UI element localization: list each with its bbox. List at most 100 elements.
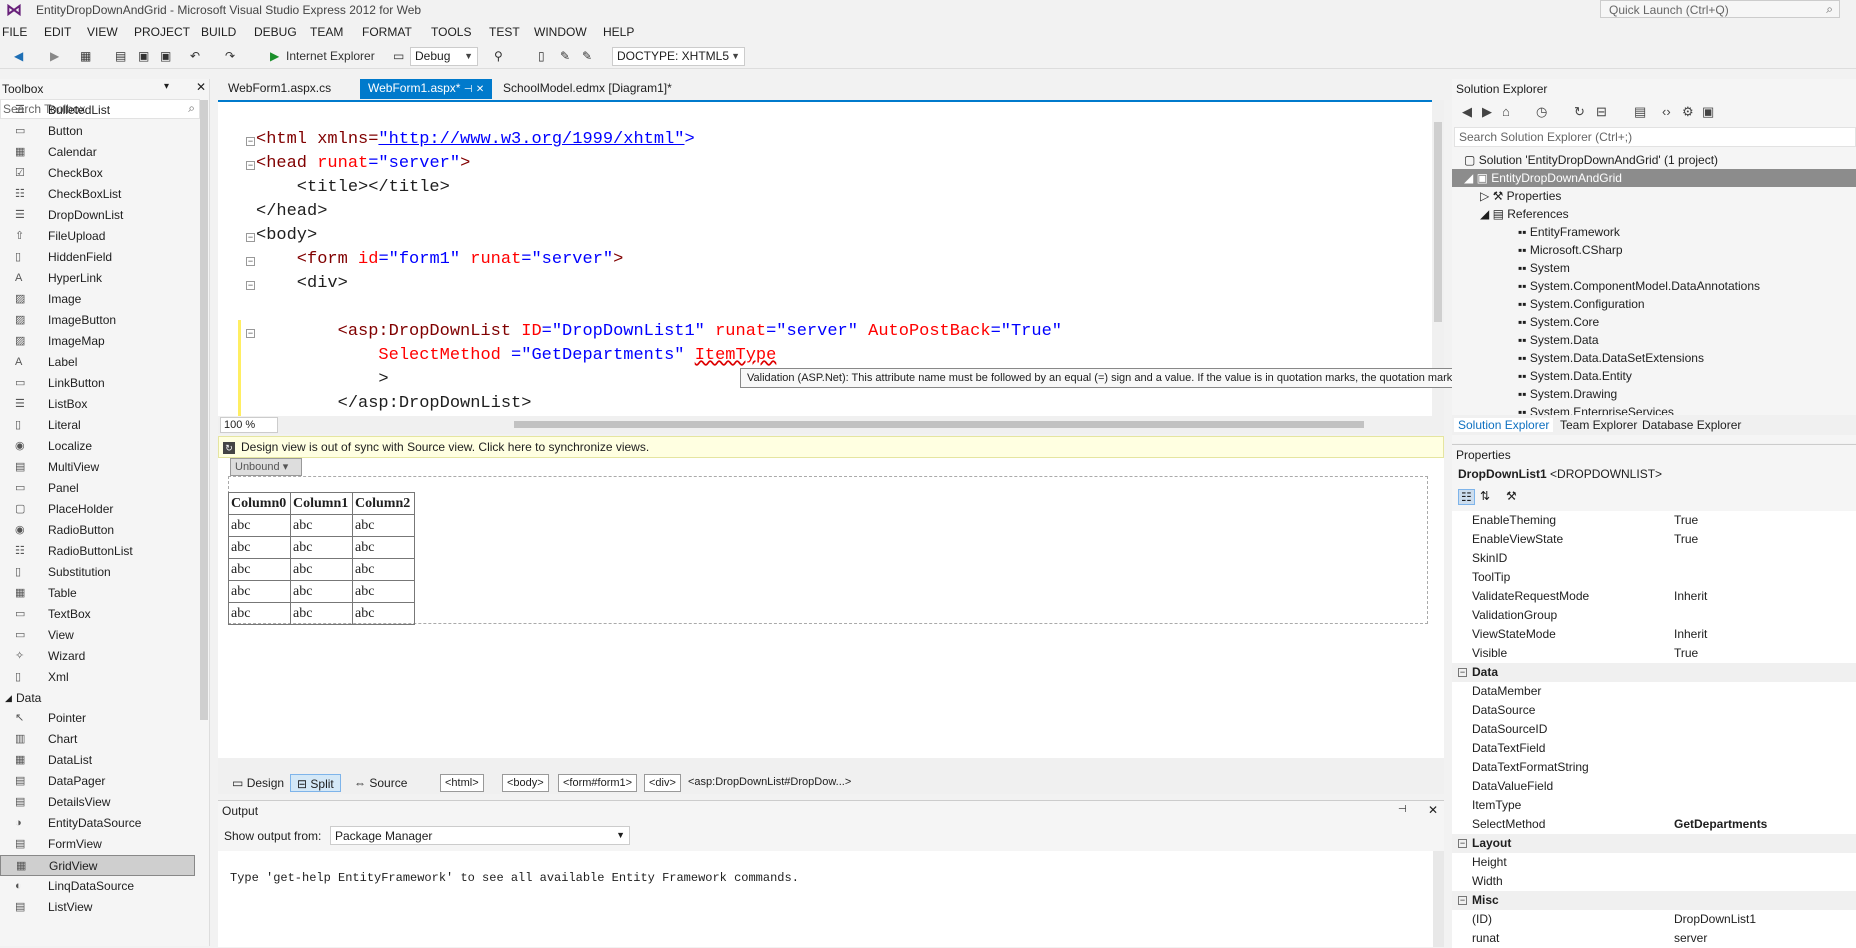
toolbox-item[interactable]: ▦ GridView	[0, 855, 195, 876]
reference-item[interactable]: ▪▪ System.ComponentModel.DataAnnotations	[1518, 277, 1760, 295]
toolbox-item[interactable]: ☰ DropDownList	[0, 205, 195, 226]
output-text[interactable]: Type 'get-help EntityFramework' to see a…	[218, 851, 1433, 947]
undo-icon[interactable]: ↶	[190, 47, 200, 65]
tab-schoolmodel[interactable]: SchoolModel.edmx [Diagram1]*	[495, 79, 680, 99]
design-surface[interactable]: Unbound ▾ Column0 Column1 Column2 abc abc…	[218, 458, 1444, 758]
toolbox-scrollbar[interactable]	[200, 100, 208, 720]
scroll-thumb[interactable]	[1434, 122, 1442, 322]
menu-format[interactable]: FORMAT	[362, 25, 412, 39]
fold-icon[interactable]: −	[246, 329, 255, 338]
browser-icon[interactable]: ▭	[393, 47, 404, 65]
doctype-dropdown[interactable]: DOCTYPE: XHTML5 ▼	[612, 47, 745, 66]
reference-item[interactable]: ▪▪ System.Core	[1518, 313, 1599, 331]
reference-item[interactable]: ▪▪ Microsoft.CSharp	[1518, 241, 1623, 259]
source-view-button[interactable]: ⇔ Source	[348, 774, 413, 792]
menu-view[interactable]: VIEW	[87, 25, 118, 39]
toolbox-item[interactable]: ▥ Chart	[0, 729, 195, 750]
property-row[interactable]: runat server	[1452, 929, 1856, 948]
config-dropdown[interactable]: Debug ▼	[410, 47, 478, 66]
dropdownlist-preview[interactable]: Unbound ▾	[230, 458, 302, 476]
crumb-dropdownlist[interactable]: <asp:DropDownList#DropDow...>	[684, 774, 855, 792]
toolbox-item[interactable]: ▨ Image	[0, 289, 195, 310]
crumb-html[interactable]: <html>	[440, 774, 484, 792]
toolbox-group-data[interactable]: ◢ Data	[0, 688, 195, 708]
toolbox-item[interactable]: ▦ Calendar	[0, 142, 195, 163]
open-icon[interactable]: ▤	[115, 47, 126, 65]
redo-icon[interactable]: ↷	[225, 47, 235, 65]
toolbox-item[interactable]: ⇧ FileUpload	[0, 226, 195, 247]
property-category[interactable]: − Data	[1452, 663, 1856, 682]
toolbox-item[interactable]: ☷ RadioButtonList	[0, 541, 195, 562]
menu-help[interactable]: HELP	[603, 25, 634, 39]
toolbox-item[interactable]: A Label	[0, 352, 195, 373]
save-icon[interactable]: ▣	[138, 47, 149, 65]
menu-edit[interactable]: EDIT	[44, 25, 71, 39]
tab-webform-cs[interactable]: WebForm1.aspx.cs	[220, 79, 339, 99]
toolbox-item[interactable]: ▤ ListView	[0, 897, 195, 918]
property-row[interactable]: (ID) DropDownList1	[1452, 910, 1856, 929]
toolbox-item[interactable]: ▤ MultiView	[0, 457, 195, 478]
reference-item[interactable]: ▪▪ System.Drawing	[1518, 385, 1617, 403]
toolbox-item[interactable]: ▭ Panel	[0, 478, 195, 499]
crumb-div[interactable]: <div>	[644, 774, 681, 792]
fold-icon[interactable]: −	[246, 161, 255, 170]
toolbox-item[interactable]: ▤ DataPager	[0, 771, 195, 792]
property-pages-icon[interactable]: ⚒	[1506, 489, 1517, 503]
history-icon[interactable]: ◷	[1536, 104, 1547, 120]
property-row[interactable]: ValidateRequestMode Inherit	[1452, 587, 1856, 606]
toolbox-item[interactable]: ▭ LinkButton	[0, 373, 195, 394]
toolbox-item[interactable]: ▯ Substitution	[0, 562, 195, 583]
fold-icon[interactable]: −	[246, 137, 255, 146]
toolbox-item[interactable]: ▨ ImageMap	[0, 331, 195, 352]
find-icon[interactable]: ⚲	[494, 47, 503, 65]
toolbox-item[interactable]: A HyperLink	[0, 268, 195, 289]
tab-database-explorer[interactable]: Database Explorer	[1638, 418, 1745, 432]
toolbox-item[interactable]: ↖ Pointer	[0, 708, 195, 729]
menu-window[interactable]: WINDOW	[534, 25, 587, 39]
toolbox-item[interactable]: ☑ CheckBox	[0, 163, 195, 184]
fold-icon[interactable]: −	[246, 281, 255, 290]
menu-project[interactable]: PROJECT	[134, 25, 190, 39]
property-row[interactable]: DataValueField	[1452, 777, 1856, 796]
show-all-icon[interactable]: ▤	[1634, 104, 1646, 120]
back-icon[interactable]: ◀	[14, 47, 23, 65]
toolbox-item[interactable]: ▯ HiddenField	[0, 247, 195, 268]
reference-item[interactable]: ▪▪ System	[1518, 259, 1570, 277]
menu-build[interactable]: BUILD	[201, 25, 236, 39]
quick-launch-input[interactable]: Quick Launch (Ctrl+Q) ⌕	[1600, 0, 1840, 18]
toolbox-item[interactable]: ▢ PlaceHolder	[0, 499, 195, 520]
run-icon[interactable]: ▶	[270, 47, 279, 65]
project-node[interactable]: ◢ ▣ EntityDropDownAndGrid	[1452, 169, 1856, 187]
pin-icon[interactable]: ⊣	[1398, 804, 1407, 815]
toolbox-item[interactable]: ▭ TextBox	[0, 604, 195, 625]
crumb-form[interactable]: <form#form1>	[558, 774, 638, 792]
zoom-dropdown[interactable]: 100 %	[220, 417, 278, 433]
code-icon[interactable]: ‹›	[1662, 104, 1671, 119]
refresh-icon[interactable]: ↻	[1574, 104, 1585, 120]
toolbox-item[interactable]: ▯ Literal	[0, 415, 195, 436]
property-row[interactable]: DataSource	[1452, 701, 1856, 720]
property-category[interactable]: − Misc	[1452, 891, 1856, 910]
design-view-button[interactable]: ▭ Design	[226, 774, 290, 792]
uncomment-icon[interactable]: ✎	[582, 47, 592, 65]
output-source-dropdown[interactable]: Package Manager ▼	[330, 826, 630, 845]
property-row[interactable]: DataSourceID	[1452, 720, 1856, 739]
property-row[interactable]: SelectMethod GetDepartments	[1452, 815, 1856, 834]
property-row[interactable]: SkinID	[1452, 549, 1856, 568]
reference-item[interactable]: ▪▪ EntityFramework	[1518, 223, 1620, 241]
property-row[interactable]: Height	[1452, 853, 1856, 872]
back-icon[interactable]: ◀	[1462, 104, 1472, 120]
toolbox-item[interactable]: ✧ Wizard	[0, 646, 195, 667]
toolbox-item[interactable]: ☰ ListBox	[0, 394, 195, 415]
toolbox-item[interactable]: ▤ DetailsView	[0, 792, 195, 813]
tab-webform-aspx[interactable]: WebForm1.aspx* ⊣ ✕	[360, 79, 493, 99]
design-scrollbar[interactable]	[218, 758, 1444, 772]
toolbox-item[interactable]: ☰ BulletedList	[0, 100, 195, 121]
toolbox-item[interactable]: ▭ View	[0, 625, 195, 646]
toolbox-item[interactable]: ▦ DataList	[0, 750, 195, 771]
solution-search-input[interactable]: Search Solution Explorer (Ctrl+;)	[1454, 127, 1856, 147]
property-row[interactable]: ItemType	[1452, 796, 1856, 815]
toolbox-item[interactable]: ▨ ImageButton	[0, 310, 195, 331]
references-node[interactable]: ◢ ▤ References	[1480, 205, 1569, 223]
toolbox-item[interactable]: ◐ LinqDataSource	[0, 876, 195, 897]
